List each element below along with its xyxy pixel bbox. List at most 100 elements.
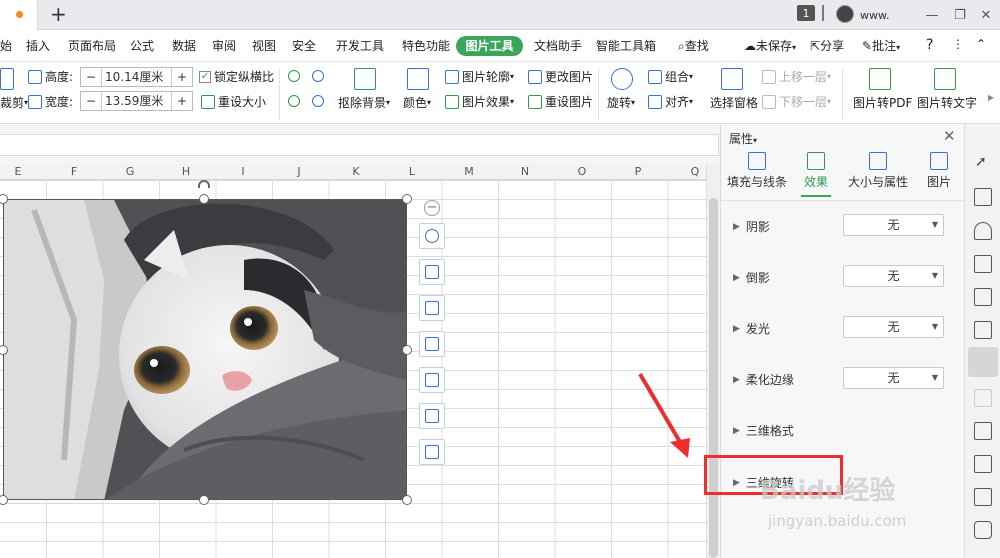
rotate-handle-icon[interactable] [198,180,210,188]
remove-bg-icon[interactable] [354,68,376,90]
collapse-ribbon-icon[interactable]: ⌃ [976,37,986,51]
picture-side-icon[interactable] [974,422,992,440]
zoom-in-button[interactable] [419,223,445,249]
width-stepper[interactable]: − 13.59厘米 + [80,91,193,111]
pic-more-button[interactable] [419,439,445,465]
cat-photo[interactable] [3,199,407,500]
lock-ratio-checkbox[interactable]: ✓ 锁定纵横比 [199,68,274,85]
increase-height-button[interactable]: + [172,70,192,84]
crop-button[interactable]: 裁剪 ▾ [0,94,28,111]
width-input[interactable]: 13.59厘米 [101,92,172,110]
formula-input[interactable] [0,134,719,156]
tab-effects[interactable]: 效果 [804,152,828,190]
to-text-button[interactable]: 图片转文字 [917,94,977,111]
minimize-icon[interactable]: — [922,5,942,25]
close-panel-icon[interactable]: ✕ [943,127,956,145]
comment-side-icon[interactable] [974,389,992,407]
brightness-up-icon[interactable] [288,70,303,82]
tab-fill-line[interactable]: 填充与线条 [727,152,787,190]
shadow-row[interactable]: ▶ 阴影 [733,218,770,235]
rotate-button[interactable]: 旋转 ▾ [607,94,635,111]
menu-review[interactable]: 审阅 [212,37,236,54]
restore-icon[interactable]: ❐ [950,5,970,25]
properties-icon[interactable] [968,347,998,377]
menu-picture-tools[interactable]: 图片工具 [456,36,523,56]
close-icon[interactable]: ✕ [976,5,996,25]
tab-picture[interactable]: 图片 [927,152,951,190]
search-button[interactable]: ⌕查找 [678,37,709,54]
outline-button[interactable]: 图片轮廓 ▾ [445,68,514,85]
column-header-j[interactable]: J [271,165,327,178]
column-header-l[interactable]: L [384,165,440,178]
change-pic-button[interactable]: 更改图片 [528,68,593,85]
ribbon-scroll-right-icon[interactable]: ▸ [988,90,994,104]
soft-edge-select[interactable]: 无 ▼ [843,367,944,389]
menu-doc-assistant[interactable]: 文档助手 [534,37,582,54]
window-count-badge[interactable]: 1 [797,5,815,21]
user-name[interactable]: www. [860,5,889,25]
3d-format-row[interactable]: ▶ 三维格式 [733,422,794,439]
column-header-h[interactable]: H [158,165,214,178]
soft-edge-row[interactable]: ▶ 柔化边缘 [733,371,794,388]
resize-handle-top-right[interactable] [402,194,412,204]
scrollbar-thumb[interactable] [709,198,718,558]
column-header-o[interactable]: O [554,165,610,178]
down-layer-button[interactable]: 下移一层 ▾ [762,93,831,110]
resize-handle-right[interactable] [402,345,412,355]
share-button[interactable]: ⇱分享 [810,37,844,54]
chart-icon[interactable] [974,321,992,339]
column-header-i[interactable]: I [215,165,271,178]
to-pdf-button[interactable]: 图片转PDF [853,94,912,111]
menu-view[interactable]: 视图 [252,37,276,54]
help-icon[interactable]: ? [926,37,933,53]
select-tool-icon[interactable]: ➚ [975,154,987,170]
contrast-up-icon[interactable] [312,70,327,82]
contrast-down-icon[interactable] [312,95,327,107]
magic-tool-button[interactable] [419,259,445,285]
color-button[interactable]: 颜色 ▾ [403,94,431,111]
menu-dev-tools[interactable]: 开发工具 [336,37,384,54]
group-button[interactable]: 组合 ▾ [648,68,693,85]
remove-bg-button[interactable]: 抠除背景 ▾ [338,94,390,111]
reflection-row[interactable]: ▶ 倒影 [733,269,770,286]
unsaved-button[interactable]: ☁未保存▾ [744,37,796,54]
up-layer-button[interactable]: 上移一层 ▾ [762,68,831,85]
glow-select[interactable]: 无 ▼ [843,316,944,338]
column-header-f[interactable]: F [46,165,102,178]
shapes-icon[interactable] [974,188,992,206]
shadow-select[interactable]: 无 ▼ [843,214,944,236]
layout-icon[interactable] [822,5,824,21]
to-text-icon[interactable] [934,68,956,90]
column-header-e[interactable]: E [0,165,46,178]
select-pane-icon[interactable] [721,68,743,90]
decrease-height-button[interactable]: − [81,70,101,84]
align-button[interactable]: 对齐 ▾ [648,93,693,110]
shield-icon[interactable] [974,521,992,539]
color-icon[interactable] [407,68,429,90]
crop-icon[interactable] [0,68,14,90]
column-header-g[interactable]: G [102,165,158,178]
style-icon[interactable] [974,222,992,240]
column-header-m[interactable]: M [441,165,497,178]
panel-title[interactable]: 属性▾ [729,130,757,147]
brightness-down-icon[interactable] [288,95,303,107]
resize-handle-bottom[interactable] [199,495,209,505]
menu-security[interactable]: 安全 [292,37,316,54]
reset-size-button[interactable]: 重设大小 [201,93,266,110]
menu-insert[interactable]: 插入 [26,37,50,54]
column-header-n[interactable]: N [497,165,553,178]
menu-smart-toolbox[interactable]: 智能工具箱 [596,37,656,54]
document-tab[interactable] [0,0,38,30]
column-header-p[interactable]: P [610,165,666,178]
effect-button[interactable]: 图片效果 ▾ [445,93,514,110]
column-header-k[interactable]: K [328,165,384,178]
new-tab-button[interactable]: + [50,2,67,26]
image-icon[interactable] [974,488,992,506]
height-stepper[interactable]: − 10.14厘米 + [80,67,193,87]
vertical-scrollbar[interactable] [706,164,720,558]
avatar[interactable] [836,5,854,23]
collapse-floatbar-icon[interactable]: − [424,200,440,216]
menu-formula[interactable]: 公式 [130,37,154,54]
increase-width-button[interactable]: + [172,94,192,108]
crop-tool-button[interactable] [419,295,445,321]
